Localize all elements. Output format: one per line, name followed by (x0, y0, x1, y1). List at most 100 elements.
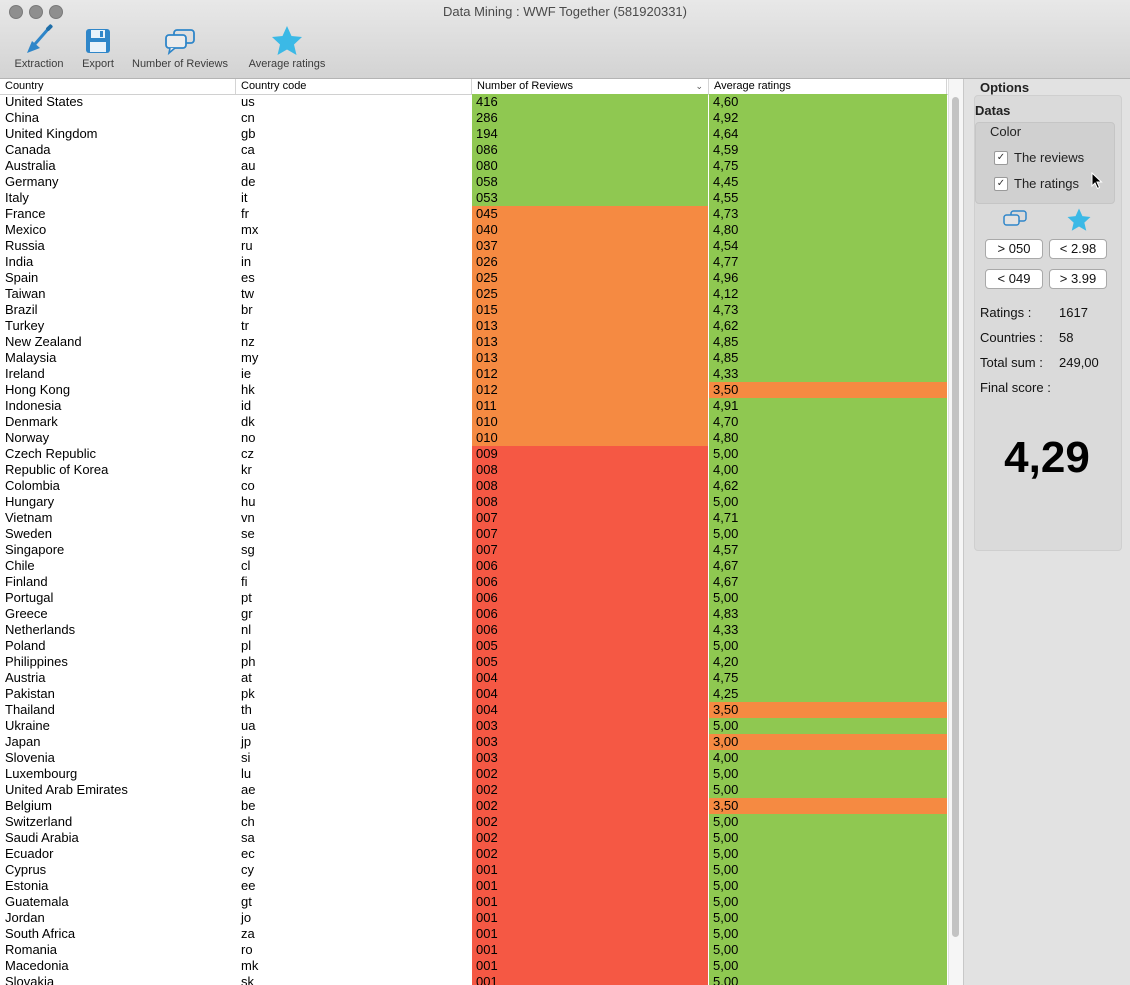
table-row[interactable]: Portugal pt 006 5,00 (0, 590, 948, 606)
table-row[interactable]: Guatemala gt 001 5,00 (0, 894, 948, 910)
table-row[interactable]: Indonesia id 011 4,91 (0, 398, 948, 414)
ratings-threshold-high-button[interactable]: > 3.99 (1049, 269, 1107, 289)
table-row[interactable]: Netherlands nl 006 4,33 (0, 622, 948, 638)
table-row[interactable]: United Kingdom gb 194 4,64 (0, 126, 948, 142)
country-code-cell: gt (241, 894, 252, 909)
table-row[interactable]: France fr 045 4,73 (0, 206, 948, 222)
average-ratings-button[interactable]: Average ratings (242, 24, 332, 70)
table-row[interactable]: Macedonia mk 001 5,00 (0, 958, 948, 974)
table-row[interactable]: Romania ro 001 5,00 (0, 942, 948, 958)
table-header: Country Country code Number of Reviews ⌄… (0, 79, 948, 95)
table-row[interactable]: Republic of Korea kr 008 4,00 (0, 462, 948, 478)
table-row[interactable]: Australia au 080 4,75 (0, 158, 948, 174)
reviews-cell: 026 (472, 254, 708, 270)
table-row[interactable]: Spain es 025 4,96 (0, 270, 948, 286)
scrollbar-thumb[interactable] (952, 97, 959, 937)
header-number-of-reviews[interactable]: Number of Reviews ⌄ (472, 79, 709, 94)
table-row[interactable]: Colombia co 008 4,62 (0, 478, 948, 494)
table-row[interactable]: Germany de 058 4,45 (0, 174, 948, 190)
table-row[interactable]: Ukraine ua 003 5,00 (0, 718, 948, 734)
table-row[interactable]: Slovenia si 003 4,00 (0, 750, 948, 766)
table-row[interactable]: Cyprus cy 001 5,00 (0, 862, 948, 878)
rating-cell: 5,00 (709, 894, 947, 910)
table-row[interactable]: Jordan jo 001 5,00 (0, 910, 948, 926)
vertical-scrollbar[interactable] (948, 79, 963, 985)
table-row[interactable]: Hungary hu 008 5,00 (0, 494, 948, 510)
reviews-cell: 012 (472, 366, 708, 382)
table-row[interactable]: Thailand th 004 3,50 (0, 702, 948, 718)
table-row[interactable]: Austria at 004 4,75 (0, 670, 948, 686)
table-row[interactable]: Turkey tr 013 4,62 (0, 318, 948, 334)
sort-chevron-down-icon: ⌄ (695, 81, 703, 91)
table-row[interactable]: Italy it 053 4,55 (0, 190, 948, 206)
country-cell: United Arab Emirates (5, 782, 128, 797)
reviews-color-checkbox[interactable]: ✓ The reviews (994, 150, 1084, 165)
table-row[interactable]: Brazil br 015 4,73 (0, 302, 948, 318)
table-row[interactable]: Singapore sg 007 4,57 (0, 542, 948, 558)
export-button[interactable]: Export (78, 24, 118, 70)
country-cell: Ireland (5, 366, 45, 381)
table-row[interactable]: Philippines ph 005 4,20 (0, 654, 948, 670)
rating-cell: 5,00 (709, 958, 947, 974)
table-row[interactable]: Mexico mx 040 4,80 (0, 222, 948, 238)
table-row[interactable]: New Zealand nz 013 4,85 (0, 334, 948, 350)
rating-cell: 5,00 (709, 814, 947, 830)
reviews-cell: 001 (472, 910, 708, 926)
rating-cell: 3,50 (709, 382, 947, 398)
header-country[interactable]: Country (0, 79, 236, 94)
table-row[interactable]: United Arab Emirates ae 002 5,00 (0, 782, 948, 798)
table-row[interactable]: Slovakia sk 001 5,00 (0, 974, 948, 985)
table-row[interactable]: Pakistan pk 004 4,25 (0, 686, 948, 702)
reviews-cell: 002 (472, 846, 708, 862)
table-row[interactable]: Sweden se 007 5,00 (0, 526, 948, 542)
reviews-cell: 001 (472, 974, 708, 985)
rating-cell: 4,33 (709, 622, 947, 638)
reviews-cell: 002 (472, 798, 708, 814)
rating-cell: 4,60 (709, 94, 947, 110)
rating-cell: 4,45 (709, 174, 947, 190)
ratings-color-checkbox[interactable]: ✓ The ratings (994, 176, 1079, 191)
country-cell: Macedonia (5, 958, 69, 973)
star-icon (1066, 207, 1092, 238)
table-row[interactable]: Greece gr 006 4,83 (0, 606, 948, 622)
table-row[interactable]: Canada ca 086 4,59 (0, 142, 948, 158)
ratings-threshold-low-button[interactable]: < 2.98 (1049, 239, 1107, 259)
header-country-code[interactable]: Country code (236, 79, 472, 94)
country-code-cell: pt (241, 590, 252, 605)
country-cell: United Kingdom (5, 126, 98, 141)
table-row[interactable]: Estonia ee 001 5,00 (0, 878, 948, 894)
table-row[interactable]: Vietnam vn 007 4,71 (0, 510, 948, 526)
table-row[interactable]: Hong Kong hk 012 3,50 (0, 382, 948, 398)
number-of-reviews-button[interactable]: Number of Reviews (128, 24, 232, 70)
table-row[interactable]: Japan jp 003 3,00 (0, 734, 948, 750)
table-row[interactable]: United States us 416 4,60 (0, 94, 948, 110)
table-row[interactable]: South Africa za 001 5,00 (0, 926, 948, 942)
table-row[interactable]: Malaysia my 013 4,85 (0, 350, 948, 366)
table-row[interactable]: Saudi Arabia sa 002 5,00 (0, 830, 948, 846)
header-average-ratings[interactable]: Average ratings (709, 79, 947, 94)
table-row[interactable]: Poland pl 005 5,00 (0, 638, 948, 654)
table-row[interactable]: Czech Republic cz 009 5,00 (0, 446, 948, 462)
table-row[interactable]: Taiwan tw 025 4,12 (0, 286, 948, 302)
table-row[interactable]: Belgium be 002 3,50 (0, 798, 948, 814)
table-row[interactable]: Denmark dk 010 4,70 (0, 414, 948, 430)
table-row[interactable]: Norway no 010 4,80 (0, 430, 948, 446)
reviews-threshold-high-button[interactable]: > 050 (985, 239, 1043, 259)
country-code-cell: at (241, 670, 252, 685)
rating-cell: 4,67 (709, 574, 947, 590)
table-row[interactable]: Switzerland ch 002 5,00 (0, 814, 948, 830)
extraction-button[interactable]: Extraction (10, 24, 68, 70)
table-row[interactable]: Luxembourg lu 002 5,00 (0, 766, 948, 782)
table-row[interactable]: Finland fi 006 4,67 (0, 574, 948, 590)
country-code-cell: au (241, 158, 256, 173)
table-row[interactable]: Ecuador ec 002 5,00 (0, 846, 948, 862)
table-row[interactable]: Chile cl 006 4,67 (0, 558, 948, 574)
table-row[interactable]: Ireland ie 012 4,33 (0, 366, 948, 382)
table-row[interactable]: China cn 286 4,92 (0, 110, 948, 126)
table-row[interactable]: India in 026 4,77 (0, 254, 948, 270)
table-row[interactable]: Russia ru 037 4,54 (0, 238, 948, 254)
average-ratings-label: Average ratings (248, 58, 326, 70)
reviews-threshold-low-button[interactable]: < 049 (985, 269, 1043, 289)
rating-cell: 4,20 (709, 654, 947, 670)
rating-cell: 4,62 (709, 318, 947, 334)
